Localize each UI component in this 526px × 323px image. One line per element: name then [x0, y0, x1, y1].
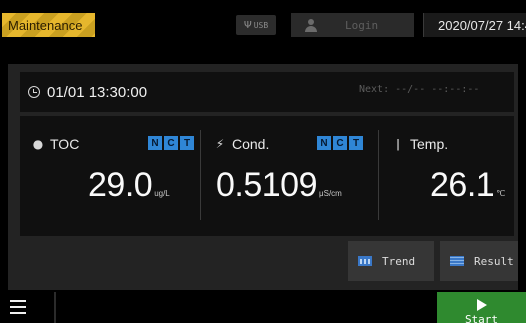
- cond-value: 0.5109 μS/cm: [216, 166, 342, 205]
- schedule-bar: 01/01 13:30:00 Next: --/-- --:--:--: [20, 72, 514, 112]
- trend-label: Trend: [382, 254, 416, 268]
- toc-flags: N C T: [148, 136, 194, 150]
- divider: [200, 130, 201, 220]
- usb-label: USB: [253, 20, 269, 30]
- start-button[interactable]: Start: [437, 292, 526, 323]
- result-button[interactable]: Result: [440, 241, 518, 281]
- next-schedule-time: Next: --/-- --:--:--: [359, 84, 480, 95]
- toc-value: 29.0 ug/L: [88, 166, 170, 205]
- toc-label-text: TOC: [50, 136, 80, 152]
- user-icon: [303, 19, 321, 32]
- maintenance-label: Maintenance: [8, 17, 83, 33]
- trend-button[interactable]: Trend: [348, 241, 434, 281]
- flag-n: N: [317, 136, 331, 150]
- measurement-area: ● TOC N C T 29.0 ug/L ⚡ Cond. N C T 0.51…: [20, 116, 514, 236]
- cond-value-number: 0.5109: [216, 166, 318, 204]
- datetime-text: 2020/07/27 14:4: [438, 17, 526, 33]
- flag-n: N: [148, 136, 162, 150]
- play-icon: [476, 299, 487, 311]
- lightning-icon: ⚡: [215, 137, 225, 151]
- toc-value-unit: ug/L: [154, 189, 170, 198]
- menu-icon[interactable]: [10, 300, 26, 314]
- top-bar: Maintenance Ψ USB Login 2020/07/27 14:4: [0, 0, 526, 48]
- flag-t: T: [180, 136, 194, 150]
- temp-value-number: 26.1: [430, 166, 495, 204]
- maintenance-badge: Maintenance: [2, 13, 95, 37]
- usb-indicator: Ψ USB: [236, 15, 276, 35]
- login-label: Login: [345, 18, 379, 32]
- temp-value: 26.1 ℃: [430, 166, 505, 205]
- toc-label: ● TOC: [32, 136, 80, 152]
- result-icon: [450, 256, 464, 266]
- main-panel: 01/01 13:30:00 Next: --/-- --:--:-- ● TO…: [8, 64, 518, 290]
- temp-label: ǀ Temp.: [392, 136, 448, 152]
- cond-label: ⚡ Cond.: [214, 136, 270, 152]
- cond-label-text: Cond.: [232, 136, 270, 152]
- thermometer-icon: ǀ: [396, 137, 400, 151]
- trend-icon: [358, 256, 372, 266]
- flag-t: T: [349, 136, 363, 150]
- temp-value-unit: ℃: [496, 189, 506, 198]
- start-label: Start: [464, 313, 499, 323]
- login-button[interactable]: Login: [291, 13, 414, 37]
- bottom-bar: Start: [0, 292, 526, 323]
- usb-icon: Ψ: [243, 19, 252, 31]
- temp-label-text: Temp.: [410, 136, 449, 152]
- divider: [378, 130, 379, 220]
- divider: [54, 292, 56, 323]
- cond-value-unit: μS/cm: [319, 189, 342, 198]
- clock-icon: [28, 86, 40, 98]
- datetime-display: 2020/07/27 14:4: [423, 13, 526, 37]
- toc-value-number: 29.0: [88, 166, 153, 204]
- flag-c: C: [164, 136, 178, 150]
- drop-icon: ●: [32, 137, 44, 151]
- result-label: Result: [474, 254, 514, 268]
- flag-c: C: [333, 136, 347, 150]
- current-schedule-time: 01/01 13:30:00: [47, 83, 148, 101]
- cond-flags: N C T: [317, 136, 363, 150]
